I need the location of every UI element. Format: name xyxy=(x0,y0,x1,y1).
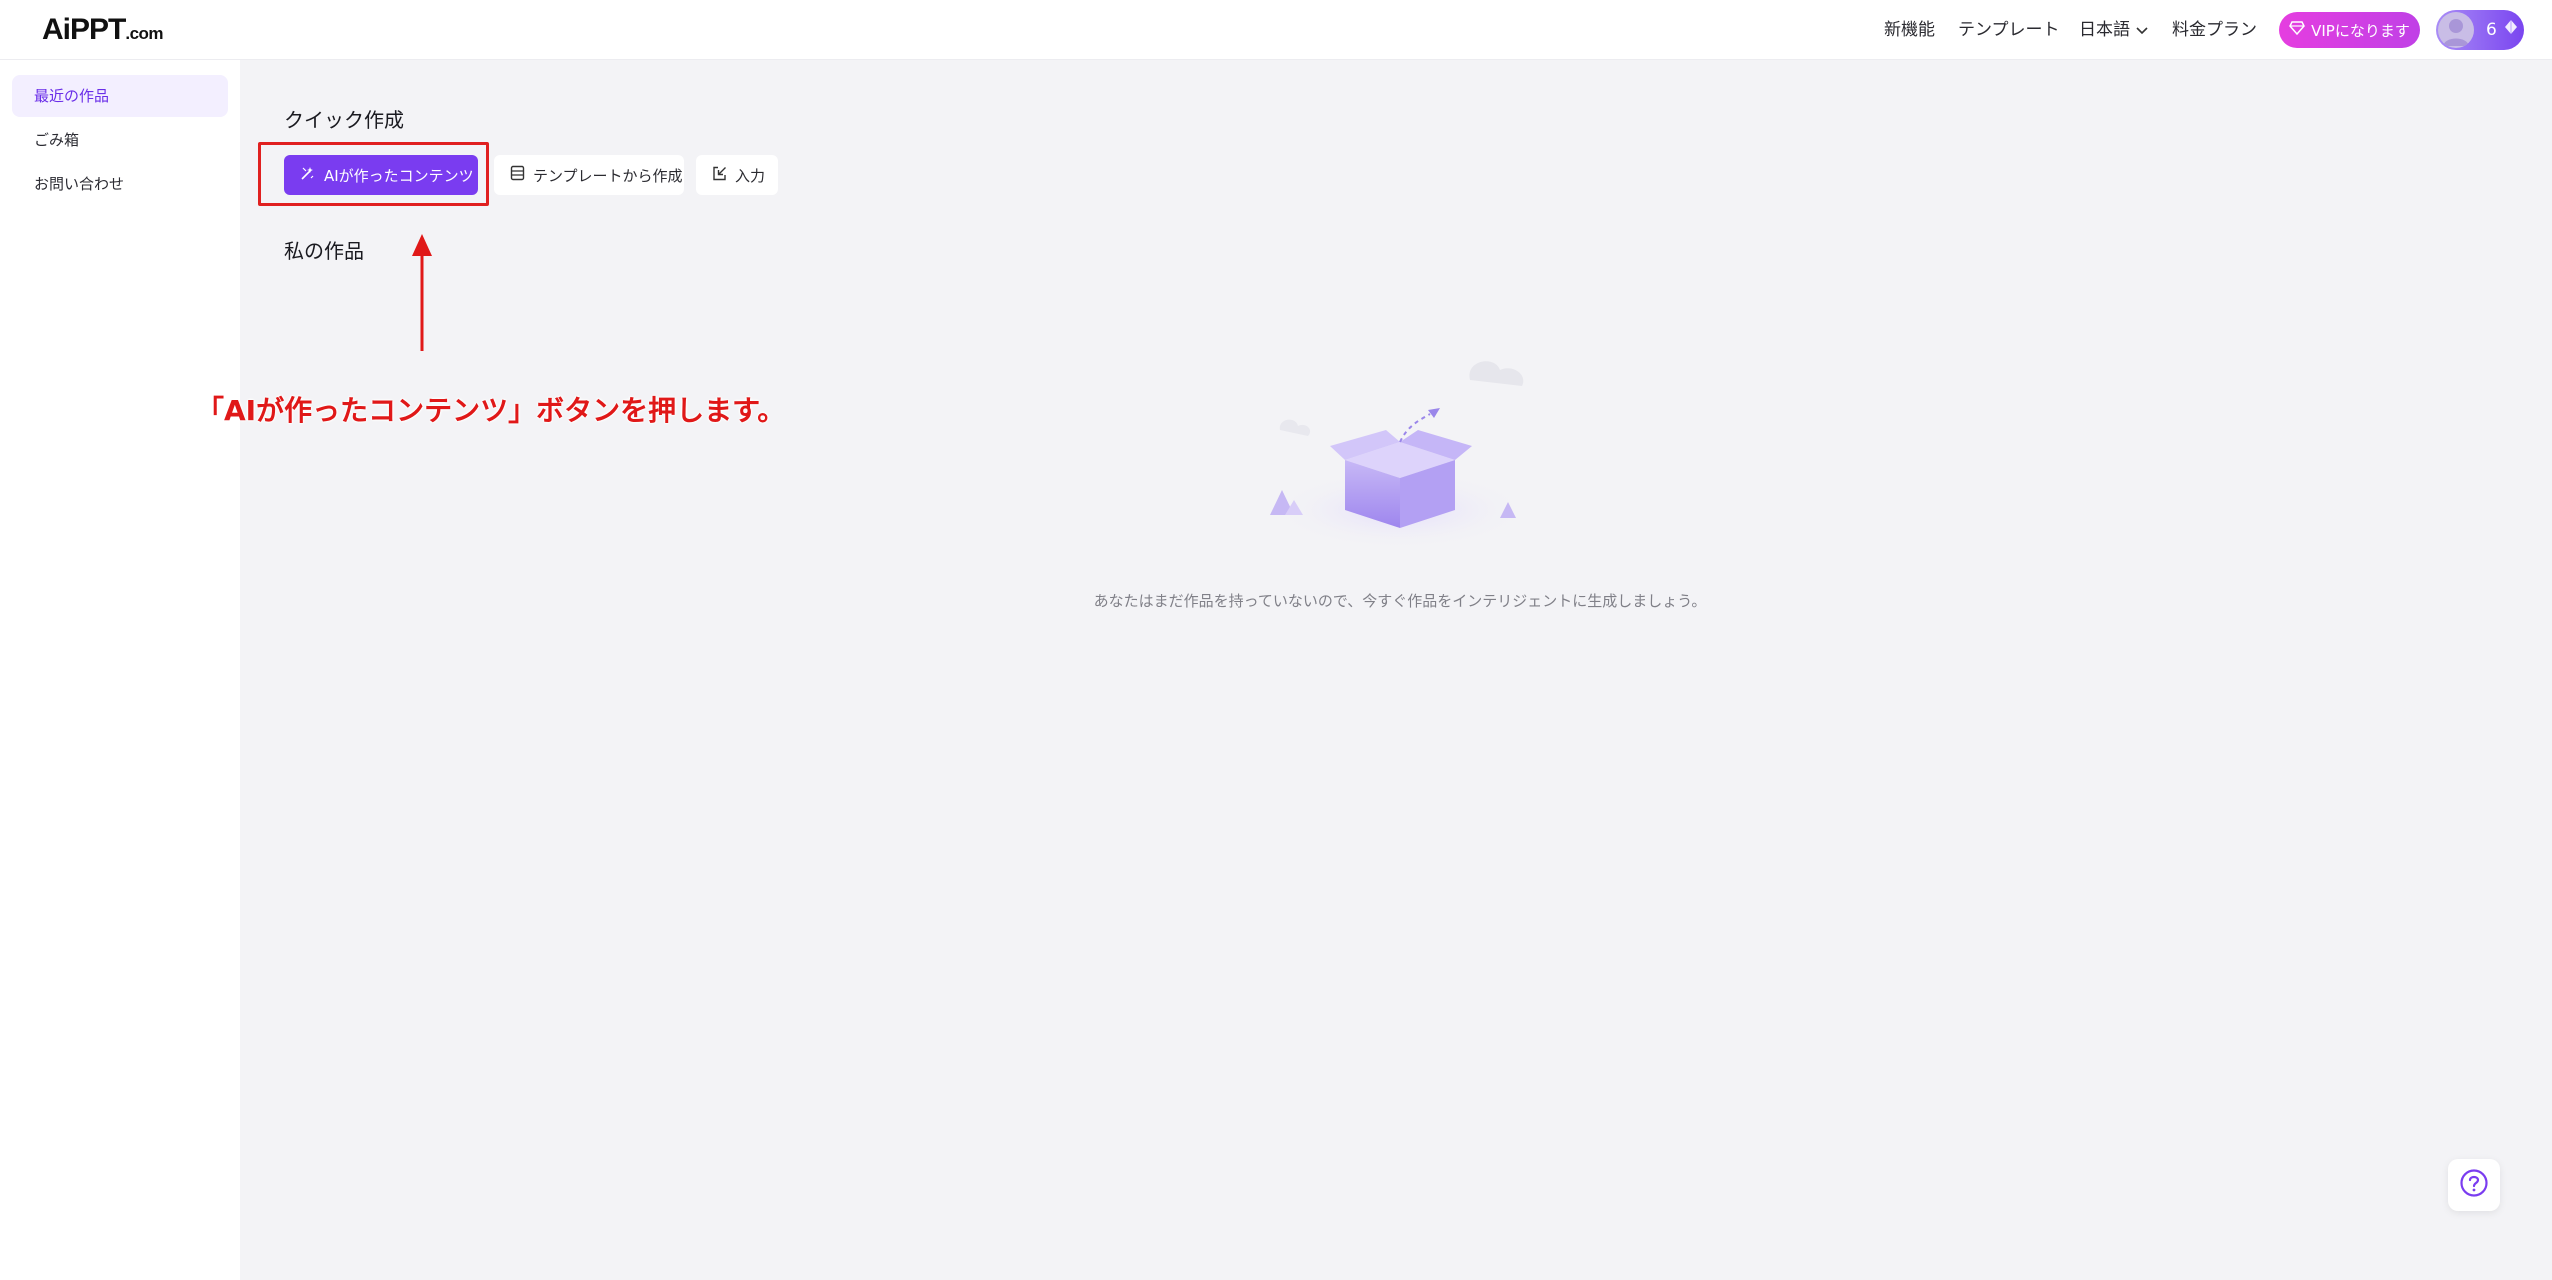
import-icon xyxy=(712,166,727,185)
sidebar-item-contact[interactable]: お問い合わせ xyxy=(12,163,228,205)
from-template-label: テンプレートから作成 xyxy=(533,166,683,185)
empty-box-illustration xyxy=(1270,361,1530,550)
annotation-text: 「AIが作ったコンテンツ」ボタンを押します。 xyxy=(196,394,786,427)
chevron-down-icon xyxy=(2136,18,2148,42)
my-works-title: 私の作品 xyxy=(284,239,364,263)
nav-new-features[interactable]: 新機能 xyxy=(1884,18,1935,42)
credits: 6 xyxy=(2486,19,2519,41)
help-circle-icon xyxy=(2459,1168,2489,1202)
quick-create-title: クイック作成 xyxy=(284,108,404,132)
sidebar-item-trash[interactable]: ごみ箱 xyxy=(12,119,228,161)
vip-button[interactable]: VIPになります xyxy=(2279,12,2420,48)
nav-templates[interactable]: テンプレート xyxy=(1958,18,2060,42)
logo-domain: .com xyxy=(125,24,164,43)
logo[interactable]: AiPPT.com xyxy=(42,13,164,50)
diamond-icon xyxy=(2289,21,2306,39)
top-header: AiPPT.com 新機能 テンプレート 日本語 料金プラン VIPになります … xyxy=(0,0,2552,60)
avatar[interactable] xyxy=(2438,12,2474,48)
user-menu[interactable]: 6 xyxy=(2436,10,2524,50)
import-button[interactable]: 入力 xyxy=(696,155,778,195)
template-icon xyxy=(510,165,525,185)
nav-pricing[interactable]: 料金プラン xyxy=(2172,18,2257,42)
from-template-button[interactable]: テンプレートから作成 xyxy=(494,155,684,195)
help-button[interactable] xyxy=(2448,1159,2500,1211)
sidebar: 最近の作品 ごみ箱 お問い合わせ xyxy=(0,60,240,1280)
language-label: 日本語 xyxy=(2079,20,2130,40)
annotation-highlight-box xyxy=(258,142,489,206)
nav-language[interactable]: 日本語 xyxy=(2079,18,2148,42)
gem-icon xyxy=(2503,19,2519,41)
import-label: 入力 xyxy=(735,166,766,185)
empty-state-message: あなたはまだ作品を持っていないので、今すぐ作品をインテリジェントに生成しましょう… xyxy=(1093,592,1707,610)
logo-text: AiPPT xyxy=(42,13,126,46)
vip-label: VIPになります xyxy=(2311,21,2410,40)
sidebar-item-recent[interactable]: 最近の作品 xyxy=(12,75,228,117)
credits-count: 6 xyxy=(2486,20,2497,40)
